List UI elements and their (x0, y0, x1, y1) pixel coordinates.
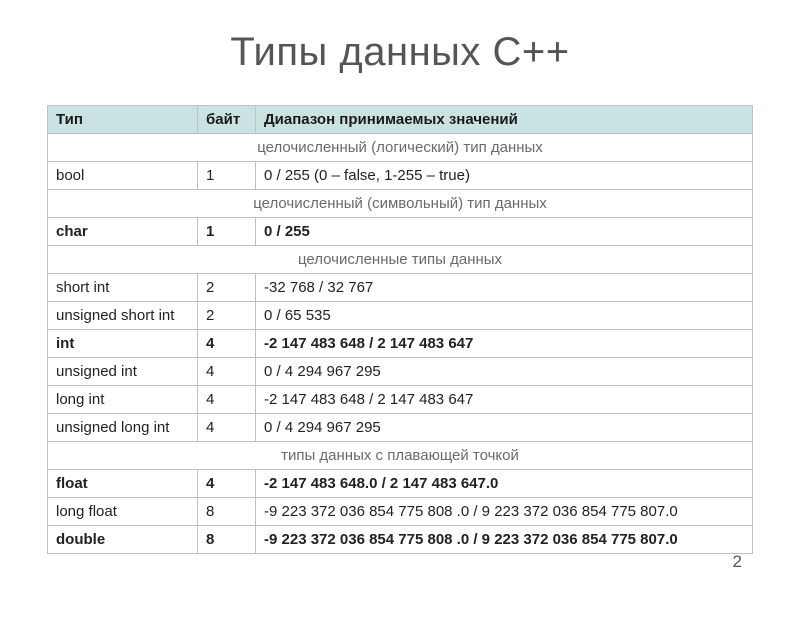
cell-bytes: 8 (198, 498, 256, 526)
col-header-type: Тип (48, 106, 198, 134)
cell-bytes: 4 (198, 386, 256, 414)
cell-bytes: 1 (198, 218, 256, 246)
table-row: bool 1 0 / 255 (0 – false, 1-255 – true) (48, 162, 753, 190)
col-header-range: Диапазон принимаемых значений (256, 106, 753, 134)
section-label: целочисленный (логический) тип данных (48, 134, 753, 162)
col-header-bytes: байт (198, 106, 256, 134)
cell-range: -9 223 372 036 854 775 808 .0 / 9 223 37… (256, 498, 753, 526)
table-row: unsigned int 4 0 / 4 294 967 295 (48, 358, 753, 386)
cell-type: float (48, 470, 198, 498)
cell-bytes: 4 (198, 330, 256, 358)
section-row: целочисленный (символьный) тип данных (48, 190, 753, 218)
cell-range: -2 147 483 648.0 / 2 147 483 647.0 (256, 470, 753, 498)
cell-bytes: 4 (198, 358, 256, 386)
section-row: типы данных с плавающей точкой (48, 442, 753, 470)
cell-type: char (48, 218, 198, 246)
cell-type: long int (48, 386, 198, 414)
section-label: целочисленные типы данных (48, 246, 753, 274)
cell-type: unsigned int (48, 358, 198, 386)
cell-range: -32 768 / 32 767 (256, 274, 753, 302)
table-row: long float 8 -9 223 372 036 854 775 808 … (48, 498, 753, 526)
table-row: int 4 -2 147 483 648 / 2 147 483 647 (48, 330, 753, 358)
cell-range: 0 / 255 (0 – false, 1-255 – true) (256, 162, 753, 190)
cell-type: double (48, 526, 198, 554)
cell-range: 0 / 255 (256, 218, 753, 246)
table-row: char 1 0 / 255 (48, 218, 753, 246)
cell-range: -9 223 372 036 854 775 808 .0 / 9 223 37… (256, 526, 753, 554)
cell-type: long float (48, 498, 198, 526)
cell-type: short int (48, 274, 198, 302)
cell-bytes: 8 (198, 526, 256, 554)
cell-range: -2 147 483 648 / 2 147 483 647 (256, 386, 753, 414)
cell-range: 0 / 4 294 967 295 (256, 358, 753, 386)
table-row: unsigned long int 4 0 / 4 294 967 295 (48, 414, 753, 442)
cell-type: unsigned short int (48, 302, 198, 330)
cell-type: int (48, 330, 198, 358)
cell-bytes: 4 (198, 414, 256, 442)
table-row: unsigned short int 2 0 / 65 535 (48, 302, 753, 330)
cell-type: unsigned long int (48, 414, 198, 442)
table-row: float 4 -2 147 483 648.0 / 2 147 483 647… (48, 470, 753, 498)
cell-range: -2 147 483 648 / 2 147 483 647 (256, 330, 753, 358)
table-row: short int 2 -32 768 / 32 767 (48, 274, 753, 302)
cell-bytes: 2 (198, 274, 256, 302)
page-title: Типы данных С++ (0, 30, 800, 75)
cell-range: 0 / 65 535 (256, 302, 753, 330)
cell-bytes: 2 (198, 302, 256, 330)
types-table: Тип байт Диапазон принимаемых значений ц… (47, 105, 753, 554)
section-row: целочисленные типы данных (48, 246, 753, 274)
section-label: целочисленный (символьный) тип данных (48, 190, 753, 218)
table-header-row: Тип байт Диапазон принимаемых значений (48, 106, 753, 134)
table-row: double 8 -9 223 372 036 854 775 808 .0 /… (48, 526, 753, 554)
cell-type: bool (48, 162, 198, 190)
page-number: 2 (733, 552, 742, 572)
cell-range: 0 / 4 294 967 295 (256, 414, 753, 442)
cell-bytes: 1 (198, 162, 256, 190)
section-row: целочисленный (логический) тип данных (48, 134, 753, 162)
cell-bytes: 4 (198, 470, 256, 498)
section-label: типы данных с плавающей точкой (48, 442, 753, 470)
table-row: long int 4 -2 147 483 648 / 2 147 483 64… (48, 386, 753, 414)
